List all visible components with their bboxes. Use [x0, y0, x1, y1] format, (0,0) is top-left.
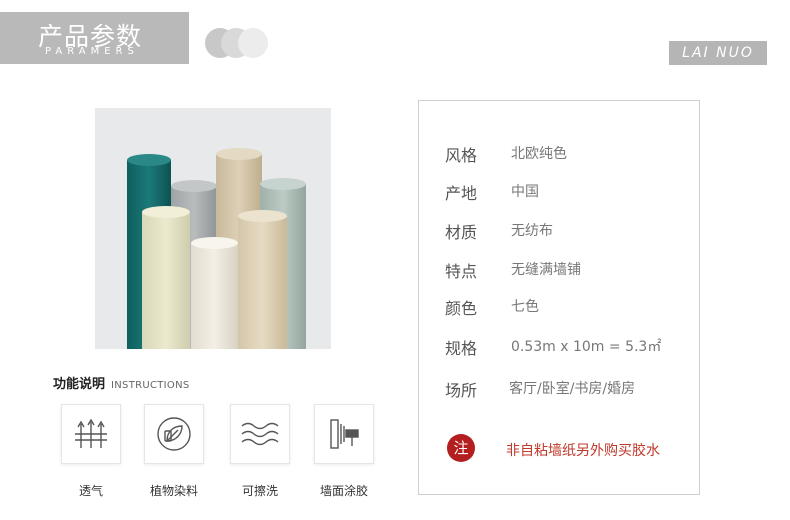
dot-icon: [238, 28, 268, 58]
spec-panel: 风格 北欧纯色 产地 中国 材质 无纺布 特点 无缝满墙铺 颜色 七色 规格 0…: [418, 100, 700, 495]
feature-washable: 可擦洗: [230, 404, 290, 498]
spec-value: 无纺布: [511, 223, 553, 239]
spec-value: 0.53m x 10m = 5.3㎡: [511, 339, 662, 355]
spec-key: 特点: [445, 262, 478, 281]
feature-label: 植物染料: [149, 484, 198, 498]
feature-plant-dye: 植物染料: [144, 404, 204, 498]
instructions-title-en: INSTRUCTIONS: [111, 380, 190, 391]
feature-breathable: 透气: [61, 404, 121, 498]
spec-value: 客厅/卧室/书房/婚房: [509, 381, 636, 397]
spec-value: 中国: [511, 184, 539, 200]
header-banner: 产品参数 PARAMERS: [0, 12, 189, 64]
instructions-heading: 功能说明 INSTRUCTIONS: [53, 373, 190, 392]
instructions-title: 功能说明: [53, 377, 106, 392]
spec-key: 产地: [445, 184, 478, 203]
spec-key: 场所: [445, 381, 478, 400]
note-text: 非自粘墙纸另外购买胶水: [506, 443, 660, 459]
spec-value: 无缝满墙铺: [511, 262, 581, 278]
spec-key: 规格: [445, 339, 478, 358]
glue-note: 注 非自粘墙纸另外购买胶水: [447, 434, 687, 464]
washable-icon: [230, 404, 290, 464]
spec-key: 风格: [445, 146, 478, 165]
spec-key: 颜色: [445, 299, 478, 318]
section-subtitle: PARAMERS: [45, 46, 139, 57]
product-image: [95, 108, 331, 349]
feature-wall-glue: 墙面涂胶: [314, 404, 374, 498]
note-badge: 注: [447, 434, 475, 462]
plant-dye-icon: [144, 404, 204, 464]
spec-value: 北欧纯色: [511, 146, 567, 162]
wall-glue-icon: [314, 404, 374, 464]
feature-label: 墙面涂胶: [319, 484, 368, 498]
decorative-dots: [205, 28, 275, 58]
spec-key: 材质: [445, 223, 478, 242]
spec-value: 七色: [511, 299, 539, 315]
brand-badge: LAI NUO: [669, 41, 767, 65]
breathable-icon: [61, 404, 121, 464]
